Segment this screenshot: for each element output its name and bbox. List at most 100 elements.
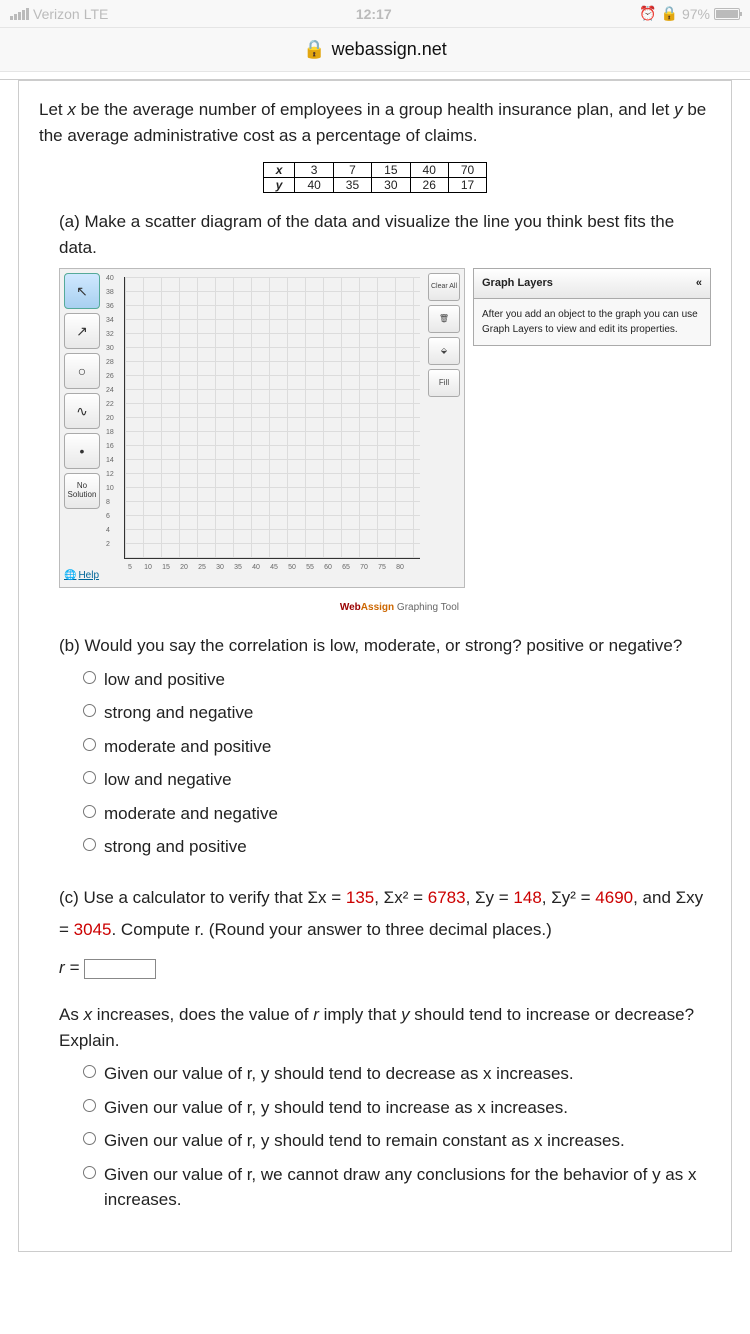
radio-input[interactable] (83, 771, 96, 784)
y-tick: 2 (106, 540, 110, 551)
graph-layers-hint: After you add an object to the graph you… (473, 299, 711, 346)
radio-input[interactable] (83, 1099, 96, 1112)
y-tick: 26 (106, 372, 114, 383)
lock-icon: 🔒 (303, 39, 325, 60)
y-tick: 14 (106, 456, 114, 467)
radio-label: low and positive (104, 667, 225, 693)
y-tick: 32 (106, 330, 114, 341)
battery-icon (714, 8, 740, 20)
y-tick: 10 (106, 484, 114, 495)
x-tick: 65 (342, 563, 350, 574)
battery-pct: 97% (682, 6, 710, 22)
radio-label: low and negative (104, 767, 232, 793)
r-label: r = (59, 958, 84, 977)
address-bar[interactable]: 🔒 webassign.net (0, 28, 750, 72)
part-b-option[interactable]: strong and negative (83, 696, 711, 730)
x-tick: 40 (252, 563, 260, 574)
y-tick: 4 (106, 526, 110, 537)
problem-intro: Let x be the average number of employees… (39, 97, 711, 148)
radio-label: moderate and negative (104, 801, 278, 827)
part-d-option[interactable]: Given our value of r, y should tend to d… (83, 1057, 711, 1091)
y-tick: 18 (106, 428, 114, 439)
graph-footer: WebAssign Graphing Tool (59, 600, 459, 615)
x-tick: 50 (288, 563, 296, 574)
clock: 12:17 (356, 6, 392, 22)
clear-all-button[interactable]: Clear All (428, 273, 460, 301)
alarm-icon: ⏰ (639, 5, 656, 22)
pointer-tool[interactable]: ↖ (64, 273, 100, 309)
y-tick: 6 (106, 512, 110, 523)
y-tick: 36 (106, 302, 114, 313)
r-input[interactable] (84, 959, 156, 979)
x-tick: 25 (198, 563, 206, 574)
x-tick: 60 (324, 563, 332, 574)
no-solution-tool[interactable]: No Solution (64, 473, 100, 509)
y-tick: 34 (106, 316, 114, 327)
carrier-label: Verizon (33, 6, 80, 22)
part-b-option[interactable]: strong and positive (83, 830, 711, 864)
y-tick: 16 (106, 442, 114, 453)
part-b-text: (b) Would you say the correlation is low… (59, 636, 682, 655)
x-tick: 45 (270, 563, 278, 574)
y-tick: 28 (106, 358, 114, 369)
part-b-option[interactable]: low and negative (83, 763, 711, 797)
part-d-option[interactable]: Given our value of r, we cannot draw any… (83, 1158, 711, 1217)
radio-input[interactable] (83, 805, 96, 818)
x-tick: 30 (216, 563, 224, 574)
graphing-tool: ↖ ↗ ○ ∿ • No Solution 🌐 Help 40 38 36 34 32 3… (59, 268, 465, 588)
delete-button[interactable]: 🗑 (428, 305, 460, 333)
radio-input[interactable] (83, 1132, 96, 1145)
data-table: x 3 7 15 40 70 y 40 35 30 26 17 (263, 162, 487, 193)
y-tick: 8 (106, 498, 110, 509)
part-d-text: As x increases, does the value of r impl… (59, 1005, 694, 1050)
graph-layers-header[interactable]: Graph Layers « (473, 268, 711, 299)
part-b-option[interactable]: moderate and positive (83, 730, 711, 764)
x-tick: 55 (306, 563, 314, 574)
x-tick: 70 (360, 563, 368, 574)
radio-label: strong and positive (104, 834, 247, 860)
x-tick: 80 (396, 563, 404, 574)
part-d-option[interactable]: Given our value of r, y should tend to i… (83, 1091, 711, 1125)
fill-button[interactable]: Fill (428, 369, 460, 397)
radio-input[interactable] (83, 738, 96, 751)
part-b-option[interactable]: moderate and negative (83, 797, 711, 831)
radio-label: Given our value of r, y should tend to r… (104, 1128, 625, 1154)
radio-label: moderate and positive (104, 734, 271, 760)
x-tick: 35 (234, 563, 242, 574)
part-c-text: (c) Use a calculator to verify that Σx =… (59, 888, 703, 939)
x-tick: 10 (144, 563, 152, 574)
y-tick: 30 (106, 344, 114, 355)
y-tick: 20 (106, 414, 114, 425)
help-link[interactable]: 🌐 Help (64, 568, 100, 583)
line-tool[interactable]: ↗ (64, 313, 100, 349)
x-tick: 20 (180, 563, 188, 574)
network-label: LTE (84, 6, 109, 22)
signal-icon (10, 8, 29, 20)
radio-label: Given our value of r, y should tend to d… (104, 1061, 574, 1087)
y-tick: 38 (106, 288, 114, 299)
circle-tool[interactable]: ○ (64, 353, 100, 389)
radio-input[interactable] (83, 838, 96, 851)
part-d-option[interactable]: Given our value of r, y should tend to r… (83, 1124, 711, 1158)
collapse-icon[interactable]: « (696, 275, 702, 292)
domain-label: webassign.net (332, 39, 447, 60)
plot-area[interactable]: 4038363432302826242220181614121086425101… (104, 273, 424, 583)
radio-label: Given our value of r, y should tend to i… (104, 1095, 568, 1121)
parabola-tool[interactable]: ∿ (64, 393, 100, 429)
point-tool[interactable]: • (64, 433, 100, 469)
x-tick: 5 (128, 563, 132, 574)
part-a-text: (a) Make a scatter diagram of the data a… (59, 212, 674, 257)
fill-tool-icon[interactable]: ⬙ (428, 337, 460, 365)
status-bar: Verizon LTE 12:17 ⏰ 🔒 97% (0, 0, 750, 28)
y-tick: 12 (106, 470, 114, 481)
rotation-lock-icon: 🔒 (661, 5, 678, 22)
radio-input[interactable] (83, 1166, 96, 1179)
y-tick: 24 (106, 386, 114, 397)
y-tick: 40 (106, 274, 114, 285)
question-container: Let x be the average number of employees… (18, 80, 732, 1252)
part-b-option[interactable]: low and positive (83, 663, 711, 697)
radio-input[interactable] (83, 704, 96, 717)
x-tick: 75 (378, 563, 386, 574)
radio-input[interactable] (83, 1065, 96, 1078)
radio-input[interactable] (83, 671, 96, 684)
